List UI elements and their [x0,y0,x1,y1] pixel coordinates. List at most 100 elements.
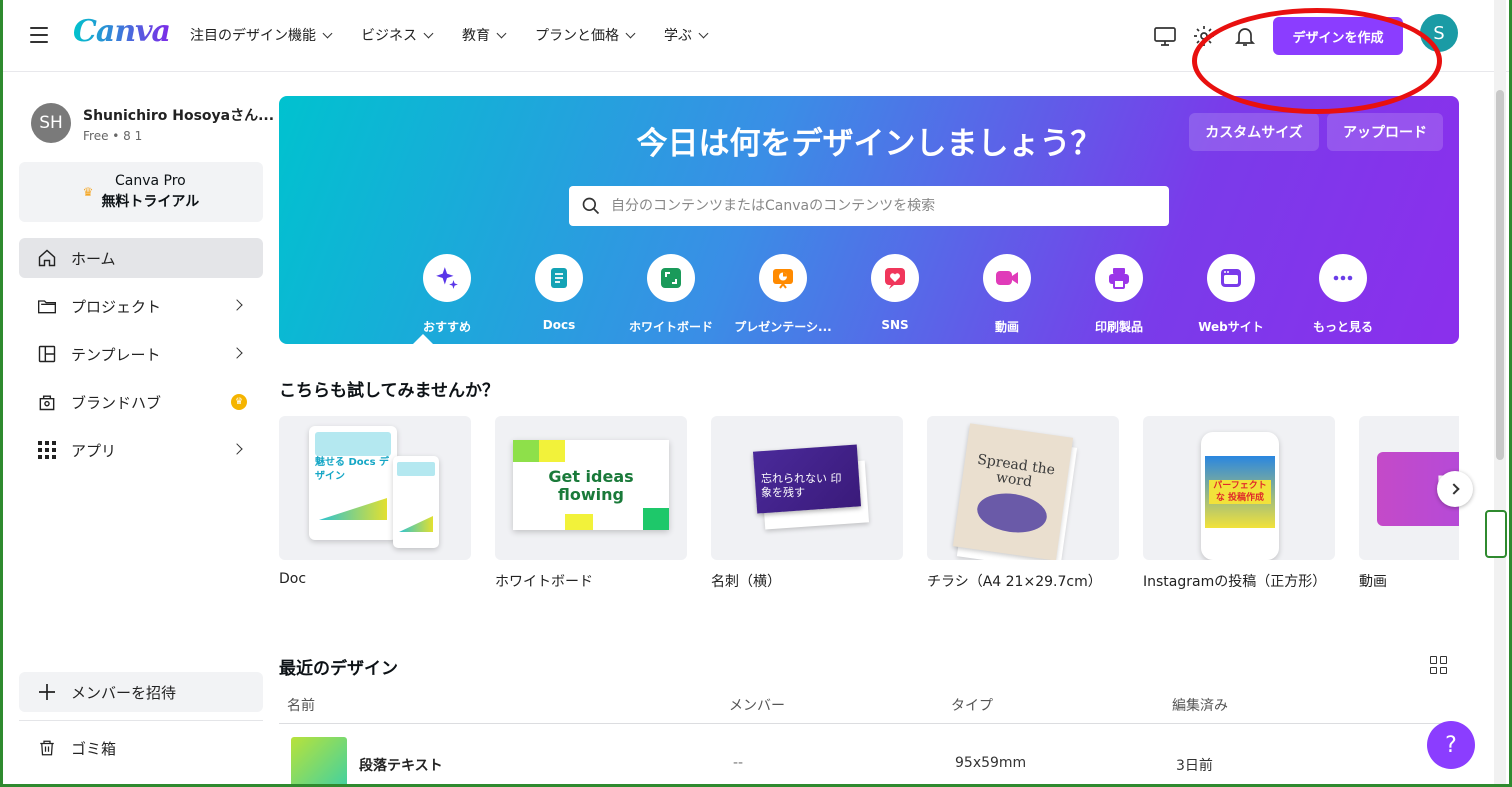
profile[interactable]: SH Shunichiro Hosoyaさん... Free • 8 1 [31,103,274,143]
sidebar: SH Shunichiro Hosoyaさん... Free • 8 1 ♛ C… [0,73,278,787]
canva-pro-trial-button[interactable]: ♛ Canva Pro 無料トライアル [19,162,263,222]
active-category-indicator [413,334,433,344]
create-design-button[interactable]: デザインを作成 [1273,17,1403,55]
card-thumbnail: Spread the word [927,416,1119,560]
pro-line2: 無料トライアル [101,194,200,210]
column-header-edited[interactable]: 編集済み [1172,695,1228,715]
card-thumbnail: 魅せる Docs デザイン [279,416,471,560]
chevron-right-icon [231,299,243,311]
main-nav: 注目のデザイン機能 ビジネス 教育 プランと価格 学ぶ [190,25,709,45]
nav-label: 注目のデザイン機能 [190,28,316,44]
suggestion-carousel: 魅せる Docs デザイン Doc Get ideas flowing ホワイト… [279,416,1459,596]
plus-icon [37,682,57,702]
card-thumbnail: 忘れられない 印象を残す [711,416,903,560]
apps-grid-icon [37,440,57,460]
nav-education[interactable]: 教育 [462,25,507,45]
category-recommended[interactable]: おすすめ [391,254,503,335]
sidebar-item-templates[interactable]: テンプレート [19,334,263,374]
sidebar-item-label: テンプレート [71,345,161,364]
category-video[interactable]: 動画 [951,254,1063,335]
trash-label: ゴミ箱 [71,739,117,758]
hero-banner: 今日は何をデザインしましょう？ カスタムサイズ アップロード おすすめ Docs… [279,96,1459,344]
card-label: Instagramの投稿（正方形） [1143,574,1327,590]
category-presentation[interactable]: プレゼンテーシ... [727,254,839,335]
nav-business[interactable]: ビジネス [361,25,434,45]
upload-button[interactable]: アップロード [1327,113,1443,151]
instagram-thumb-text: パーフェクトな 投稿作成 [1209,480,1271,504]
category-more[interactable]: もっと見る [1287,254,1399,335]
scrollbar-thumb[interactable] [1496,90,1504,460]
sidebar-item-home[interactable]: ホーム [19,238,263,278]
chevron-down-icon [322,28,333,38]
search-bar[interactable] [569,186,1169,226]
canva-logo[interactable]: Canva [73,14,171,49]
grid-view-icon[interactable] [1430,656,1448,674]
nav-label: ビジネス [361,28,417,44]
sidebar-item-projects[interactable]: プロジェクト [19,286,263,326]
nav-featured[interactable]: 注目のデザイン機能 [190,25,333,45]
custom-size-button[interactable]: カスタムサイズ [1189,113,1319,151]
avatar: SH [31,103,71,143]
category-docs[interactable]: Docs [503,254,615,335]
design-thumbnail[interactable] [291,737,347,787]
table-header-divider [279,723,1459,724]
carousel-next-button[interactable] [1437,471,1473,507]
desktop-app-icon[interactable] [1153,24,1177,48]
whiteboard-icon [647,254,695,302]
help-button[interactable]: ? [1427,721,1475,769]
search-icon [582,197,600,215]
heart-icon [871,254,919,302]
card-label: 名刺（横） [711,574,781,590]
card-business-card[interactable]: 忘れられない 印象を残す 名刺（横） [711,416,903,591]
sidebar-item-trash[interactable]: ゴミ箱 [19,728,263,768]
chevron-right-icon [1447,483,1460,495]
sidebar-item-label: プロジェクト [71,297,162,316]
browser-extension-widget[interactable] [1485,510,1507,558]
nav-pricing[interactable]: プランと価格 [535,25,636,45]
website-icon [1207,254,1255,302]
chevron-down-icon [625,28,636,38]
account-avatar[interactable]: S [1420,14,1458,52]
chevron-right-icon [231,347,243,359]
category-print[interactable]: 印刷製品 [1063,254,1175,335]
search-input[interactable] [611,198,1151,214]
nav-label: 教育 [462,28,490,44]
doc-thumb-text: 魅せる Docs デザイン [315,457,390,482]
presentation-icon [759,254,807,302]
category-label: 印刷製品 [1094,320,1143,334]
printer-icon [1095,254,1143,302]
column-header-members: メンバー [729,698,785,714]
design-name[interactable]: 段落テキスト [359,755,443,775]
chevron-down-icon [698,28,709,38]
sidebar-item-brand-hub[interactable]: ブランドハブ ♛ [19,382,263,422]
column-header-type: タイプ [951,698,993,714]
brand-icon [37,392,57,412]
card-whiteboard[interactable]: Get ideas flowing ホワイトボード [495,416,687,591]
column-header-name[interactable]: 名前 [287,695,315,715]
bell-icon[interactable] [1233,24,1257,48]
category-website[interactable]: Webサイト [1175,254,1287,335]
sidebar-item-apps[interactable]: アプリ [19,430,263,470]
invite-members-button[interactable]: メンバーを招待 [19,672,263,712]
sidebar-item-label: ブランドハブ [71,393,162,412]
card-doc[interactable]: 魅せる Docs デザイン Doc [279,416,471,587]
business-card-thumb-text: 忘れられない 印象を残す [761,472,842,499]
design-type: 95x59mm [955,755,1027,771]
menu-icon[interactable] [30,27,48,43]
sidebar-item-label: アプリ [71,441,117,460]
category-label: Webサイト [1198,320,1264,334]
card-flyer[interactable]: Spread the word チラシ（A4 21×29.7cm） [927,416,1119,591]
chevron-right-icon [231,443,243,455]
home-icon [37,248,57,268]
nav-learn[interactable]: 学ぶ [664,25,709,45]
scrollbar[interactable] [1494,0,1506,787]
pro-line1: Canva Pro [114,173,186,189]
settings-icon[interactable] [1192,24,1216,48]
design-members: -- [733,755,744,771]
category-sns[interactable]: SNS [839,254,951,335]
category-whiteboard[interactable]: ホワイトボード [615,254,727,335]
profile-meta: Free • 8 1 [83,129,143,143]
card-instagram-post[interactable]: パーフェクトな 投稿作成 Instagramの投稿（正方形） [1143,416,1335,591]
crown-icon: ♛ [82,185,94,199]
category-label: 動画 [994,320,1019,334]
